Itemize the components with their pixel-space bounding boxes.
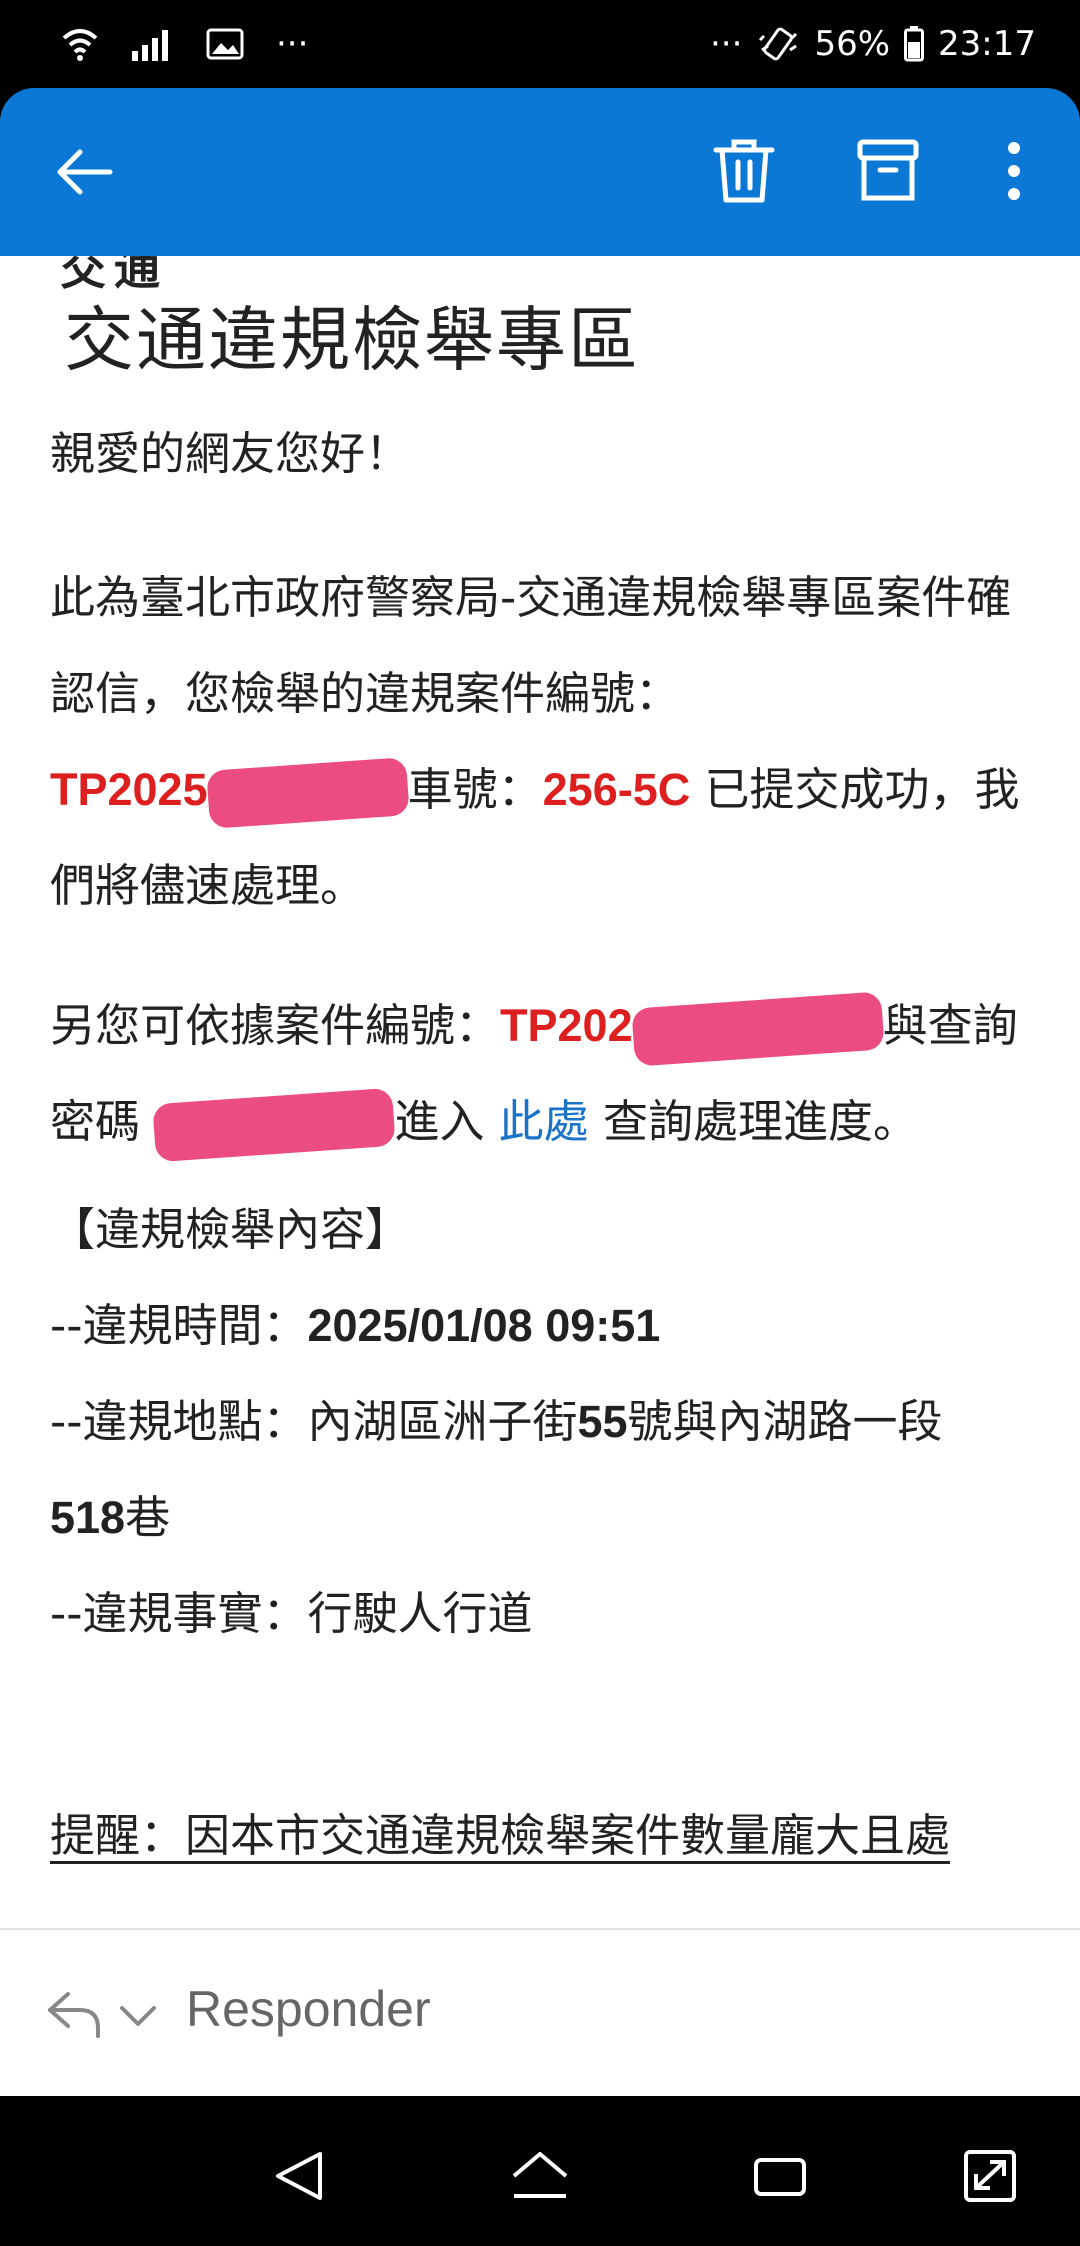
violation-details: 【違規檢舉內容】 --違規時間：2025/01/08 09:51 --違規地點：… [50, 1182, 1040, 1662]
reply-bar: Responder [0, 1928, 1080, 2096]
fact-label: --違規事實： [50, 1587, 308, 1640]
chevron-down-icon[interactable] [118, 2000, 158, 2030]
plate-label: 車號： [407, 763, 543, 816]
expand-icon[interactable] [960, 2148, 1020, 2204]
para-text-6: 進入 [394, 1095, 499, 1148]
case-number-2: TP202 [500, 1000, 633, 1051]
archive-icon[interactable] [856, 138, 920, 204]
time-label: --違規時間： [50, 1299, 308, 1352]
reply-button[interactable]: Responder [186, 1980, 431, 2038]
violation-place: --違規地點：內湖區洲子街55號與內湖路一段 518巷 [50, 1374, 1040, 1566]
details-heading: 【違規檢舉內容】 [50, 1203, 411, 1256]
email-body: 交通 交通違規檢舉專區 親愛的網友您好！ 此為臺北市政府警察局-交通違規檢舉專區… [0, 256, 1080, 1928]
reminder: 提醒：因本市交通違規檢舉案件數量龐大且處 [50, 1788, 1040, 1884]
battery-icon [904, 26, 925, 62]
email-title: 交通違規檢舉專區 [64, 299, 640, 381]
status-bar: ··· ··· 56% 23:17 [0, 0, 1080, 88]
violation-fact: --違規事實：行駛人行道 [50, 1566, 1040, 1662]
place-number-2: 518 [50, 1492, 126, 1543]
more-notifications: ··· [276, 24, 309, 64]
para-text-4: 另您可依據案件編號： [50, 999, 501, 1052]
redaction-mark [152, 1087, 397, 1163]
para-text-1: 此為臺北市政府警察局-交通違規檢舉專區案件確認信，您檢舉的違規案件編號： [50, 571, 1012, 720]
redaction-mark [205, 757, 410, 829]
home-nav-icon[interactable] [510, 2148, 570, 2204]
query-link[interactable]: 此處 [499, 1095, 589, 1148]
greeting: 親愛的網友您好！ [50, 427, 411, 480]
more-options-icon[interactable] [992, 138, 1036, 204]
recent-apps-icon[interactable] [750, 2148, 810, 2204]
fact-value: 行駛人行道 [307, 1587, 533, 1640]
image-notification-icon [206, 28, 244, 60]
reminder-text: 提醒：因本市交通違規檢舉案件數量龐大且處 [50, 1809, 951, 1862]
delete-trash-icon[interactable] [712, 136, 776, 206]
place-number-1: 55 [577, 1396, 628, 1447]
back-nav-icon[interactable] [270, 2148, 330, 2204]
para-text-7: 查詢處理進度。 [588, 1095, 918, 1148]
case-number: TP2025 [50, 764, 208, 815]
redaction-mark [630, 991, 885, 1067]
back-arrow-icon[interactable] [52, 140, 116, 204]
navigation-bar [0, 2096, 1080, 2246]
more-status: ··· [710, 24, 743, 64]
clock: 23:17 [938, 24, 1036, 64]
signal-icon [132, 27, 174, 61]
time-value: 2025/01/08 09:51 [307, 1300, 661, 1351]
place-mid: 號與內湖路一段 [627, 1395, 943, 1448]
reply-icon[interactable] [46, 1988, 102, 2040]
violation-time: --違規時間：2025/01/08 09:51 [50, 1278, 1040, 1374]
wifi-icon [60, 24, 100, 64]
vibrate-icon [756, 24, 800, 64]
confirmation-paragraph: 此為臺北市政府警察局-交通違規檢舉專區案件確認信，您檢舉的違規案件編號： TP2… [50, 550, 1040, 1170]
place-label: --違規地點：內湖區洲子街 [50, 1395, 578, 1448]
battery-percent: 56% [814, 24, 891, 64]
plate-number: 256-5C [542, 764, 691, 815]
app-bar [0, 88, 1080, 256]
place-end: 巷 [125, 1491, 171, 1544]
